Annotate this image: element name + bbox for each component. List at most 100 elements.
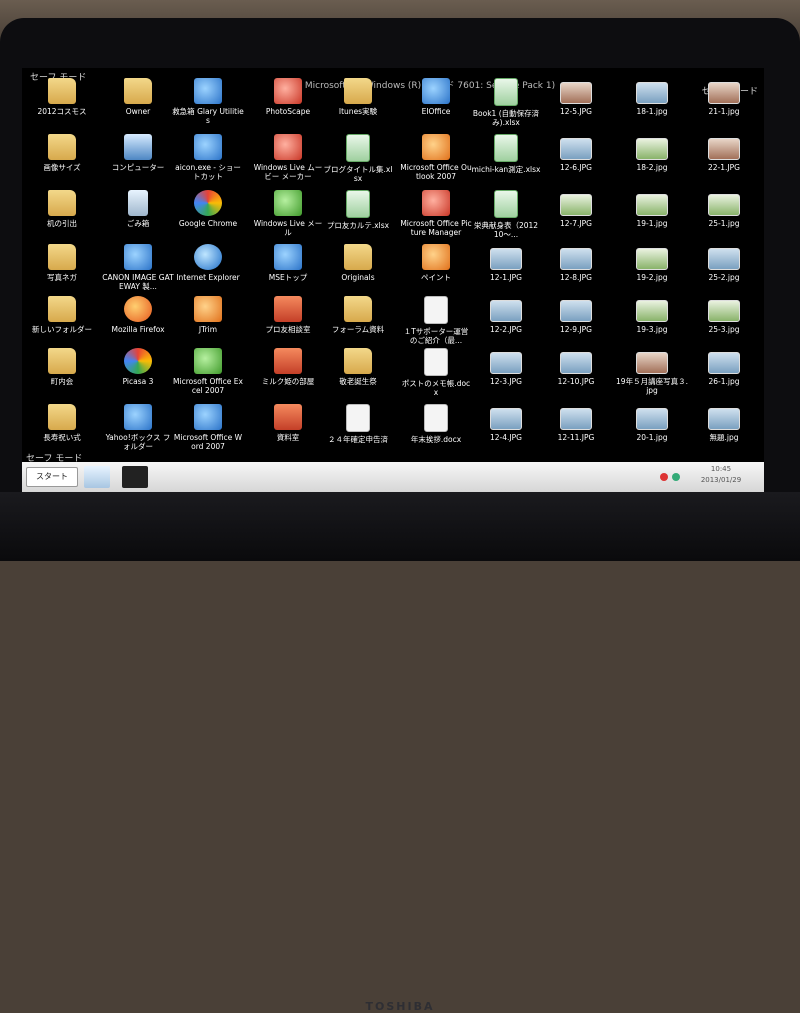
desktop-icon[interactable]: ブログタイトル集.xlsx xyxy=(322,134,394,183)
desktop-icon[interactable]: Microsoft Office Excel 2007 xyxy=(172,348,244,395)
photo-icon xyxy=(636,248,668,270)
desktop-icon-label: ミルク姫の部屋 xyxy=(261,377,315,386)
desktop-icon[interactable]: 町内会 xyxy=(26,348,98,386)
desktop-icon[interactable]: 年末挨拶.docx xyxy=(400,404,472,444)
desktop-icon[interactable]: 22-1.JPG xyxy=(688,134,760,172)
desktop-icon-label: Microsoft Office Outlook 2007 xyxy=(400,163,472,181)
desktop-icon[interactable]: ごみ箱 xyxy=(102,190,174,228)
desktop-icon[interactable]: 12-8.JPG xyxy=(540,244,612,282)
desktop-icon[interactable]: MSEトップ xyxy=(252,244,324,282)
taskbar-app-icon[interactable] xyxy=(122,466,148,488)
desktop-icon[interactable]: １Tサポーター運営のご紹介（最... xyxy=(400,296,472,345)
desktop-icon[interactable]: Mozilla Firefox xyxy=(102,296,174,334)
desktop-icon[interactable]: プロ友カルテ.xlsx xyxy=(322,190,394,230)
word-file-icon xyxy=(424,348,448,376)
folder-icon xyxy=(48,190,76,216)
desktop-icon[interactable]: 19-3.jpg xyxy=(616,296,688,334)
desktop-icon[interactable]: Yahoo!ボックス フォルダー xyxy=(102,404,174,451)
desktop-icon-label: 12-3.JPG xyxy=(490,377,522,386)
tray-network-icon[interactable] xyxy=(672,473,680,481)
taskbar-explorer-icon[interactable] xyxy=(84,466,110,488)
desktop-icon[interactable]: 18-2.jpg xyxy=(616,134,688,172)
desktop-icon[interactable]: 救急箱 Glary Utilities xyxy=(172,78,244,125)
desktop-icon[interactable]: Picasa 3 xyxy=(102,348,174,386)
folder-icon xyxy=(48,296,76,322)
desktop-icon[interactable]: 12-3.JPG xyxy=(470,348,542,386)
desktop-icon[interactable]: 写真ネガ xyxy=(26,244,98,282)
folder-icon xyxy=(48,404,76,430)
desktop-icon[interactable]: 資料室 xyxy=(252,404,324,442)
desktop-icon[interactable]: michi-kan測定.xlsx xyxy=(470,134,542,174)
desktop-icon-label: 12-10.JPG xyxy=(557,377,595,386)
desktop-icon[interactable]: 2012コスモス xyxy=(26,78,98,116)
desktop-icon[interactable]: Windows Live ムービー メーカー xyxy=(252,134,324,181)
desktop-icon[interactable]: 12-9.JPG xyxy=(540,296,612,334)
recycle-bin-icon xyxy=(128,190,148,216)
word-icon xyxy=(194,404,222,430)
desktop-icon[interactable]: 栄典献身表（2012 10～... xyxy=(470,190,546,239)
desktop-icon[interactable]: 12-6.JPG xyxy=(540,134,612,172)
desktop-icon[interactable]: 敬老誕生祭 xyxy=(322,348,394,386)
desktop-icon[interactable]: プロ友相談室 xyxy=(252,296,324,334)
desktop-icon[interactable]: 机の引出 xyxy=(26,190,98,228)
desktop-icon[interactable]: Windows Live メール xyxy=(252,190,324,237)
desktop-icon[interactable]: 25-3.jpg xyxy=(688,296,760,334)
desktop-icon[interactable]: 画像サイズ xyxy=(26,134,98,172)
desktop-icon[interactable]: Microsoft Office Picture Manager xyxy=(400,190,472,237)
desktop-icon[interactable]: PhotoScape xyxy=(252,78,324,116)
desktop-icon[interactable]: 12-7.JPG xyxy=(540,190,612,228)
desktop-icon[interactable]: 長寿祝い式 xyxy=(26,404,98,442)
desktop-icon[interactable]: Microsoft Office Outlook 2007 xyxy=(400,134,472,181)
photo-icon xyxy=(636,194,668,216)
desktop-icon[interactable]: 新しいフォルダー xyxy=(26,296,98,334)
desktop-icon[interactable]: 19-1.jpg xyxy=(616,190,688,228)
desktop-icon[interactable]: ポストのメモ帳.docx xyxy=(400,348,472,397)
desktop-icon[interactable]: ２４年確定申告済 xyxy=(322,404,394,444)
desktop-icon-label: 12-8.JPG xyxy=(560,273,592,282)
desktop-icon[interactable]: CANON IMAGE GATEWAY 製... xyxy=(102,244,174,291)
desktop-icon[interactable]: EIOffice xyxy=(400,78,472,116)
desktop-icon-label: フォーラム資料 xyxy=(331,325,385,334)
desktop-icon[interactable]: aicon.exe - ショートカット xyxy=(172,134,244,181)
desktop-icon[interactable]: 20-1.jpg xyxy=(616,404,688,442)
desktop-icon-label: Google Chrome xyxy=(178,219,238,228)
desktop-icon-label: 長寿祝い式 xyxy=(43,433,81,442)
desktop-icon[interactable]: フォーラム資料 xyxy=(322,296,394,334)
desktop-icon[interactable]: 18-1.jpg xyxy=(616,78,688,116)
desktop-icon[interactable]: Owner xyxy=(102,78,174,116)
desktop-icon-label: 25-1.jpg xyxy=(708,219,740,228)
desktop-icon[interactable]: 12-11.JPG xyxy=(540,404,612,442)
desktop-icon[interactable]: Microsoft Office Word 2007 xyxy=(172,404,244,451)
desktop-icon[interactable]: 12-10.JPG xyxy=(540,348,612,386)
desktop-icon-label: 22-1.JPG xyxy=(708,163,740,172)
desktop-icon[interactable]: コンピューター xyxy=(102,134,174,172)
desktop-icon[interactable]: JTrim xyxy=(172,296,244,334)
desktop-icon[interactable]: 21-1.jpg xyxy=(688,78,760,116)
desktop-icon-label: コンピューター xyxy=(111,163,165,172)
desktop-icon-label: 25-2.jpg xyxy=(708,273,740,282)
desktop-icon[interactable]: 25-1.jpg xyxy=(688,190,760,228)
desktop-icon[interactable]: Itunes実験 xyxy=(322,78,394,116)
ie-icon xyxy=(194,244,222,270)
desktop-icon[interactable]: Internet Explorer xyxy=(172,244,244,282)
desktop-icon[interactable]: 26-1.jpg xyxy=(688,348,760,386)
desktop-icon[interactable]: ミルク姫の部屋 xyxy=(252,348,324,386)
tray-alert-icon[interactable] xyxy=(660,473,668,481)
desktop-icon[interactable]: 無題.jpg xyxy=(688,404,760,442)
desktop-icon[interactable]: 19年５月講座写真３.jpg xyxy=(616,348,688,395)
desktop-icon[interactable]: 12-2.JPG xyxy=(470,296,542,334)
desktop-icon[interactable]: Google Chrome xyxy=(172,190,244,228)
taskbar-clock[interactable]: 10:45 2013/01/29 xyxy=(684,464,758,486)
desktop-icon[interactable]: 12-4.JPG xyxy=(470,404,542,442)
start-button[interactable]: スタート xyxy=(26,467,78,487)
desktop-icon-label: EIOffice xyxy=(421,107,451,116)
desktop-icon[interactable]: 25-2.jpg xyxy=(688,244,760,282)
desktop-icon[interactable]: 12-5.JPG xyxy=(540,78,612,116)
jtrim-icon xyxy=(194,296,222,322)
desktop-icon[interactable]: Book1 (自動保存済み).xlsx xyxy=(470,78,542,127)
desktop-icon-label: JTrim xyxy=(198,325,218,334)
desktop-icon[interactable]: 12-1.JPG xyxy=(470,244,542,282)
desktop-icon[interactable]: 19-2.jpg xyxy=(616,244,688,282)
desktop-icon[interactable]: ペイント xyxy=(400,244,472,282)
desktop-icon[interactable]: Originals xyxy=(322,244,394,282)
